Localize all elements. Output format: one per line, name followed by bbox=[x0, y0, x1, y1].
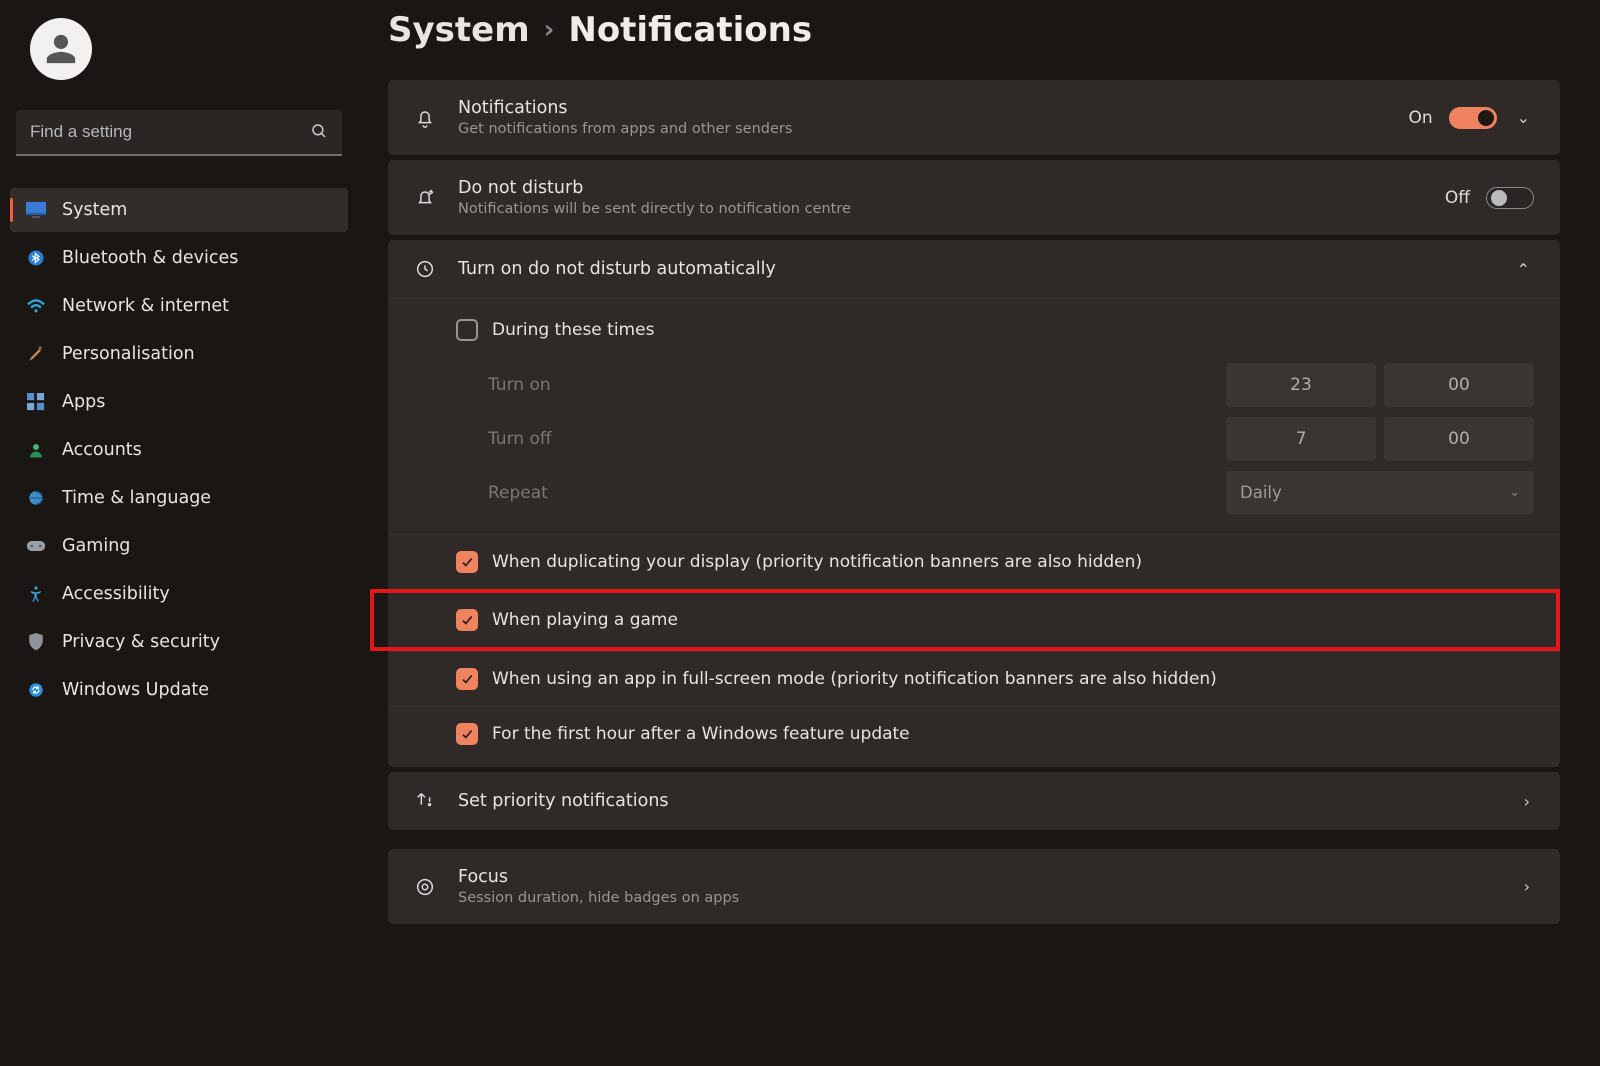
search-icon bbox=[310, 122, 328, 144]
avatar[interactable] bbox=[30, 18, 92, 80]
sidebar-item-bluetooth[interactable]: Bluetooth & devices bbox=[10, 236, 348, 280]
sidebar-item-label: Personalisation bbox=[62, 344, 195, 364]
sidebar-item-accessibility[interactable]: Accessibility bbox=[10, 572, 348, 616]
card-dnd[interactable]: Do not disturb Notifications will be sen… bbox=[388, 160, 1560, 235]
chevron-down-icon: ⌄ bbox=[1509, 485, 1520, 500]
toggle-state: On bbox=[1408, 108, 1432, 128]
chevron-right-icon: › bbox=[1520, 792, 1534, 811]
turn-on-hour[interactable]: 23 bbox=[1226, 363, 1376, 407]
sidebar-item-label: Time & language bbox=[62, 488, 211, 508]
card-subtitle: Session duration, hide badges on apps bbox=[458, 890, 1500, 906]
repeat-value: Daily bbox=[1240, 483, 1282, 502]
card-focus[interactable]: Focus Session duration, hide badges on a… bbox=[388, 849, 1560, 924]
chevron-right-icon: › bbox=[544, 15, 555, 45]
turn-off-label: Turn off bbox=[488, 429, 1218, 449]
sidebar-item-label: Accessibility bbox=[62, 584, 170, 604]
sidebar-item-label: Apps bbox=[62, 392, 105, 412]
sidebar-item-label: Gaming bbox=[62, 536, 130, 556]
card-auto-dnd[interactable]: Turn on do not disturb automatically ⌃ bbox=[388, 240, 1560, 298]
chevron-right-icon: › bbox=[1520, 877, 1534, 896]
shield-icon bbox=[26, 632, 46, 652]
sidebar-item-label: System bbox=[62, 200, 127, 220]
check-label: For the first hour after a Windows featu… bbox=[492, 724, 910, 744]
brush-icon bbox=[26, 344, 46, 364]
apps-icon bbox=[26, 392, 46, 412]
focus-icon bbox=[414, 876, 438, 898]
sidebar-item-time[interactable]: Time & language bbox=[10, 476, 348, 520]
row-fullscreen-app[interactable]: When using an app in full-screen mode (p… bbox=[388, 651, 1560, 706]
check-label: When using an app in full-screen mode (p… bbox=[492, 669, 1217, 689]
card-subtitle: Get notifications from apps and other se… bbox=[458, 121, 1388, 137]
check-label: During these times bbox=[492, 320, 654, 340]
repeat-label: Repeat bbox=[488, 483, 1218, 503]
chevron-up-icon[interactable]: ⌃ bbox=[1513, 260, 1534, 279]
gamepad-icon bbox=[26, 536, 46, 556]
checkbox-during-times[interactable] bbox=[456, 319, 478, 341]
sidebar-item-gaming[interactable]: Gaming bbox=[10, 524, 348, 568]
bluetooth-icon bbox=[26, 248, 46, 268]
card-subtitle: Notifications will be sent directly to n… bbox=[458, 201, 1425, 217]
clock-icon bbox=[414, 258, 438, 280]
row-feature-update[interactable]: For the first hour after a Windows featu… bbox=[388, 706, 1560, 767]
sidebar-item-system[interactable]: System bbox=[10, 188, 348, 232]
checkbox-game[interactable] bbox=[456, 609, 478, 631]
sidebar-item-label: Network & internet bbox=[62, 296, 229, 316]
turn-off-hour[interactable]: 7 bbox=[1226, 417, 1376, 461]
turn-on-label: Turn on bbox=[488, 375, 1218, 395]
row-duplicating-display[interactable]: When duplicating your display (priority … bbox=[388, 534, 1560, 589]
sidebar-item-label: Bluetooth & devices bbox=[62, 248, 238, 268]
card-title: Do not disturb bbox=[458, 178, 1425, 198]
page-title: Notifications bbox=[568, 10, 812, 50]
breadcrumb-parent[interactable]: System bbox=[388, 10, 530, 50]
sidebar-item-update[interactable]: Windows Update bbox=[10, 668, 348, 712]
notifications-toggle[interactable] bbox=[1449, 107, 1497, 129]
row-during-times[interactable]: During these times bbox=[388, 299, 1560, 357]
update-icon bbox=[26, 680, 46, 700]
sidebar-item-label: Accounts bbox=[62, 440, 142, 460]
sidebar-item-label: Windows Update bbox=[62, 680, 209, 700]
turn-on-min[interactable]: 00 bbox=[1384, 363, 1534, 407]
chevron-down-icon[interactable]: ⌄ bbox=[1513, 108, 1534, 127]
card-title: Notifications bbox=[458, 98, 1388, 118]
check-label: When duplicating your display (priority … bbox=[492, 552, 1142, 572]
card-notifications[interactable]: Notifications Get notifications from app… bbox=[388, 80, 1560, 155]
sidebar-item-apps[interactable]: Apps bbox=[10, 380, 348, 424]
sidebar-item-privacy[interactable]: Privacy & security bbox=[10, 620, 348, 664]
bell-icon bbox=[414, 107, 438, 129]
globe-clock-icon bbox=[26, 488, 46, 508]
wifi-icon bbox=[26, 296, 46, 316]
dnd-bell-icon bbox=[414, 187, 438, 209]
highlight-annotation: When playing a game bbox=[370, 589, 1560, 651]
sidebar-item-network[interactable]: Network & internet bbox=[10, 284, 348, 328]
repeat-select[interactable]: Daily ⌄ bbox=[1226, 471, 1534, 514]
checkbox-feature-update[interactable] bbox=[456, 723, 478, 745]
toggle-state: Off bbox=[1445, 188, 1470, 208]
checkbox-fullscreen[interactable] bbox=[456, 668, 478, 690]
search-wrap[interactable] bbox=[16, 110, 342, 156]
search-input[interactable] bbox=[16, 110, 342, 154]
turn-off-min[interactable]: 00 bbox=[1384, 417, 1534, 461]
priority-icon bbox=[414, 790, 438, 812]
breadcrumb: System › Notifications bbox=[388, 10, 1560, 50]
card-title: Turn on do not disturb automatically bbox=[458, 259, 1493, 279]
checkbox-duplicating[interactable] bbox=[456, 551, 478, 573]
check-label: When playing a game bbox=[492, 610, 678, 630]
monitor-icon bbox=[26, 200, 46, 220]
card-priority[interactable]: Set priority notifications › bbox=[388, 772, 1560, 830]
dnd-toggle[interactable] bbox=[1486, 187, 1534, 209]
account-icon bbox=[26, 440, 46, 460]
accessibility-icon bbox=[26, 584, 46, 604]
sidebar-item-label: Privacy & security bbox=[62, 632, 220, 652]
row-playing-game[interactable]: When playing a game bbox=[388, 593, 1556, 647]
sidebar-item-accounts[interactable]: Accounts bbox=[10, 428, 348, 472]
card-title: Focus bbox=[458, 867, 1500, 887]
card-title: Set priority notifications bbox=[458, 791, 1500, 811]
sidebar-item-personalisation[interactable]: Personalisation bbox=[10, 332, 348, 376]
